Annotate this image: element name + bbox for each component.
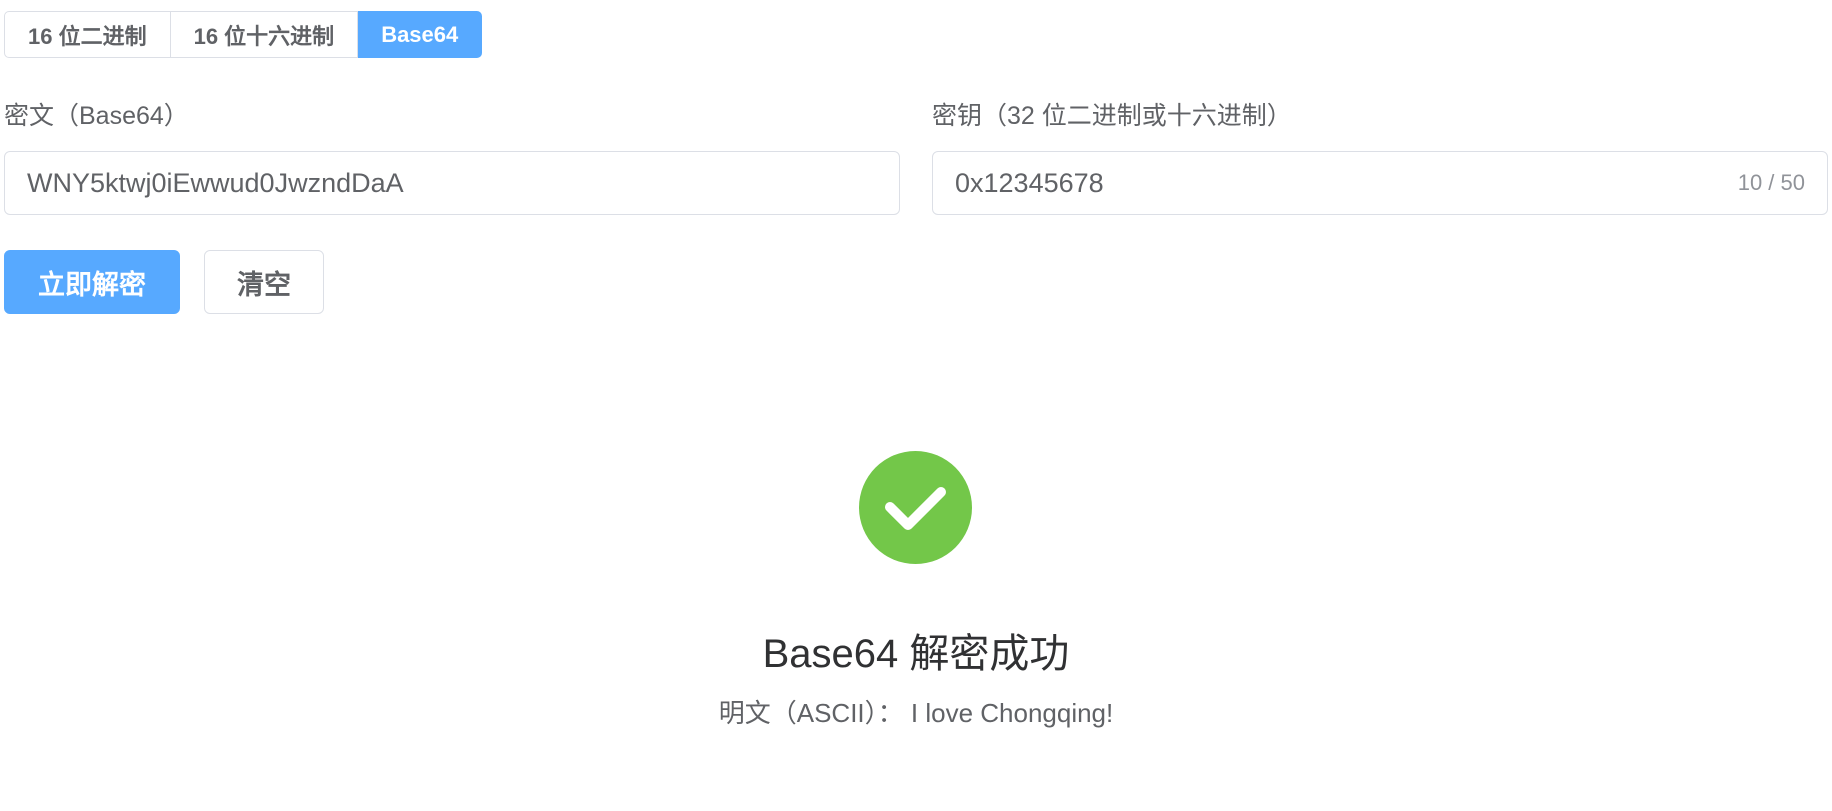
decrypt-button[interactable]: 立即解密 [4,250,180,314]
tab-base64[interactable]: Base64 [358,11,483,58]
cipher-field [4,151,900,215]
decrypt-page: 16 位二进制 16 位十六进制 Base64 密文（Base64） 密钥（32… [0,0,1832,811]
clear-button[interactable]: 清空 [204,250,324,314]
key-field: 10 / 50 [932,151,1828,215]
tab-16bit-binary[interactable]: 16 位二进制 [4,11,171,58]
mode-tabs: 16 位二进制 16 位十六进制 Base64 [4,11,483,58]
success-circle [859,451,972,564]
cipher-input[interactable] [5,152,899,214]
result-plaintext: 明文（ASCII）： I love Chongqing! [718,698,1114,728]
result-title: Base64 解密成功 [762,632,1070,676]
key-char-counter: 10 / 50 [1737,170,1805,195]
cipher-label: 密文（Base64） [4,102,189,130]
key-label: 密钥（32 位二进制或十六进制） [932,102,1292,130]
check-circle-icon [859,451,972,564]
key-input[interactable] [933,152,1738,214]
tab-16bit-hex[interactable]: 16 位十六进制 [170,11,359,58]
